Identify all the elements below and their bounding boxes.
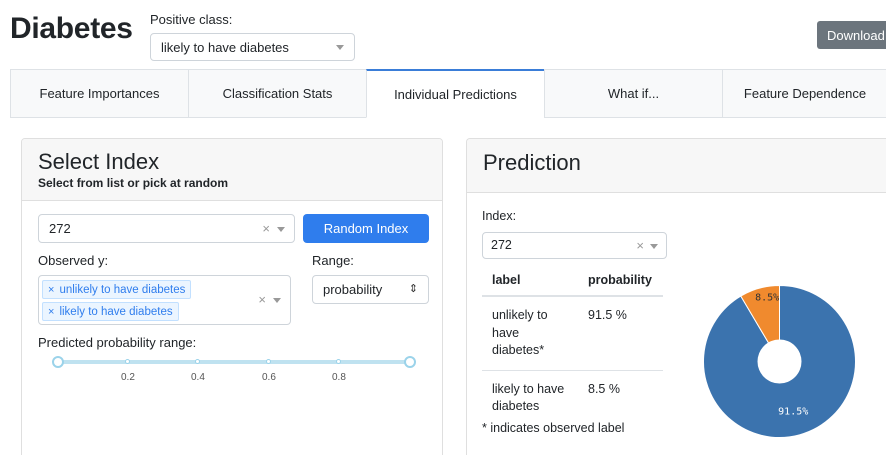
slider-tick-label: 0.6 <box>262 372 276 383</box>
pie-donut-hole <box>757 339 802 384</box>
chip-remove-icon[interactable]: × <box>48 284 54 296</box>
prediction-title: Prediction <box>483 150 581 175</box>
tab-individual-predictions[interactable]: Individual Predictions <box>366 69 545 118</box>
row-probability: 8.5 % <box>578 369 663 426</box>
range-select-value: probability <box>323 282 383 297</box>
positive-class-value: likely to have diabetes <box>161 40 289 55</box>
slider-handle-max[interactable] <box>404 356 416 368</box>
slider-tick-dot <box>336 359 341 364</box>
chip-remove-icon[interactable]: × <box>48 306 54 318</box>
prediction-index-select[interactable]: 272 × <box>482 232 667 259</box>
prob-range-slider-track[interactable] <box>58 360 410 364</box>
select-index-subtitle: Select from list or pick at random <box>38 176 229 190</box>
table-header-probability: probability <box>578 265 663 297</box>
prediction-index-label: Index: <box>482 209 517 223</box>
index-select[interactable]: 272 × <box>38 214 295 243</box>
random-index-button[interactable]: Random Index <box>303 214 429 243</box>
tab-what-if[interactable]: What if... <box>544 69 723 118</box>
observed-footnote: * indicates observed label <box>482 421 625 435</box>
prediction-header: Prediction <box>467 139 886 193</box>
slider-handle-min[interactable] <box>52 356 64 368</box>
app-title: Diabetes <box>10 12 133 45</box>
tab-feature-dependence[interactable]: Feature Dependence <box>722 69 886 118</box>
observed-chip-unlikely[interactable]: × unlikely to have diabetes <box>42 280 192 299</box>
chevron-down-icon <box>273 298 281 303</box>
pie-label-unlikely: 91.5% <box>778 407 808 418</box>
select-index-title: Select Index <box>38 149 160 174</box>
pie-label-likely: 8.5% <box>755 293 779 304</box>
slider-tick-label: 0.8 <box>332 372 346 383</box>
table-header-row: label probability <box>482 265 663 297</box>
row-probability: 91.5 % <box>578 295 663 370</box>
range-label: Range: <box>312 253 354 268</box>
clear-icon[interactable]: × <box>636 238 644 253</box>
table-header-label: label <box>482 265 578 297</box>
chip-label: unlikely to have diabetes <box>59 283 186 296</box>
table-row: likely to have diabetes 8.5 % <box>482 369 663 426</box>
observed-chip-likely[interactable]: × likely to have diabetes <box>42 302 179 321</box>
observed-y-label: Observed y: <box>38 253 109 268</box>
select-index-card: Select Index Select from list or pick at… <box>21 138 443 455</box>
range-select[interactable]: probability ⇕ <box>312 275 429 304</box>
sort-arrows-icon: ⇕ <box>408 283 418 295</box>
slider-tick-label: 0.4 <box>191 372 205 383</box>
prediction-pie-chart: 91.5% 8.5% <box>703 284 856 438</box>
clear-icon[interactable]: × <box>262 221 270 236</box>
slider-tick-label: 0.2 <box>121 372 135 383</box>
tab-classification-stats[interactable]: Classification Stats <box>188 69 367 118</box>
tab-feature-importances[interactable]: Feature Importances <box>10 69 189 118</box>
observed-y-select[interactable]: × unlikely to have diabetes × likely to … <box>38 275 291 325</box>
positive-class-label: Positive class: <box>150 12 233 27</box>
prob-range-label: Predicted probability range: <box>38 335 197 350</box>
row-label: unlikely to have diabetes* <box>482 295 578 370</box>
prediction-card: Prediction Index: 272 × label probabilit… <box>466 138 886 455</box>
tab-bar: Feature Importances Classification Stats… <box>10 69 886 118</box>
prediction-table: label probability unlikely to have diabe… <box>482 265 663 426</box>
chip-label: likely to have diabetes <box>59 305 173 318</box>
row-label: likely to have diabetes <box>482 369 578 426</box>
chevron-down-icon <box>336 45 344 50</box>
positive-class-select[interactable]: likely to have diabetes <box>150 33 355 61</box>
slider-tick-dot <box>125 359 130 364</box>
index-select-value: 272 <box>49 221 71 236</box>
slider-tick-dot <box>266 359 271 364</box>
chevron-down-icon <box>650 244 658 249</box>
prediction-index-value: 272 <box>491 238 512 252</box>
download-button[interactable]: Download ▾ <box>817 21 886 49</box>
slider-tick-dot <box>195 359 200 364</box>
clear-icon[interactable]: × <box>258 292 266 307</box>
select-index-header: Select Index Select from list or pick at… <box>22 139 442 201</box>
table-row: unlikely to have diabetes* 91.5 % <box>482 295 663 370</box>
chevron-down-icon <box>277 227 285 232</box>
